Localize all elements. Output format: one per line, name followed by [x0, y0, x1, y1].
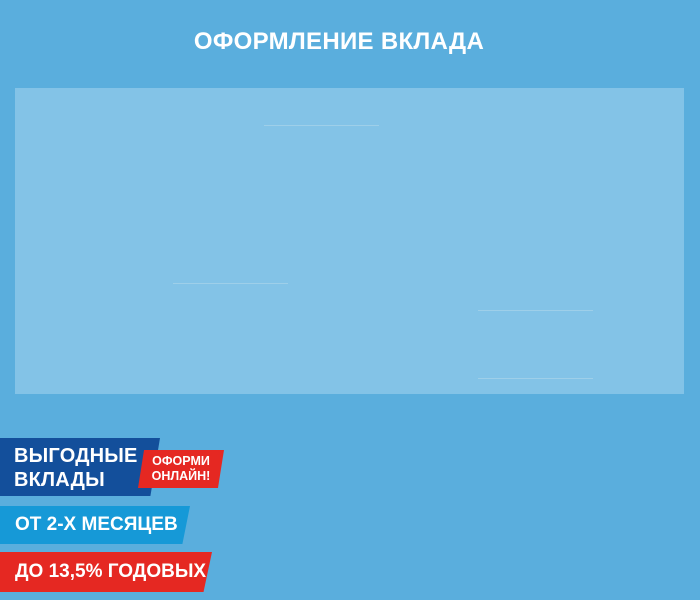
promo-banner[interactable]: ВЫГОДНЫЕ ВКЛАДЫ ОФОРМИ ОНЛАЙН! ОТ 2-Х МЕ… — [0, 438, 240, 600]
apply-online-line-2: ОНЛАЙН! — [151, 469, 211, 483]
deposit-form-panel — [15, 88, 684, 394]
promo-rate: ДО 13,5% ГОДОВЫХ — [0, 552, 212, 592]
promo-title-line-1: ВЫГОДНЫЕ — [14, 445, 138, 467]
promo-title-block: ВЫГОДНЫЕ ВКЛАДЫ — [0, 438, 160, 496]
page-title: ОФОРМЛЕНИЕ ВКЛАДА — [193, 28, 485, 55]
form-field-1[interactable] — [264, 125, 379, 126]
apply-online-line-1: ОФОРМИ — [152, 454, 210, 468]
apply-online-button[interactable]: ОФОРМИ ОНЛАЙН! — [138, 450, 224, 488]
promo-period: ОТ 2-Х МЕСЯЦЕВ — [0, 506, 190, 544]
promo-title-line-2: ВКЛАДЫ — [14, 469, 105, 491]
form-field-4[interactable] — [478, 378, 593, 379]
form-field-3[interactable] — [478, 310, 593, 311]
form-field-2[interactable] — [173, 283, 288, 284]
